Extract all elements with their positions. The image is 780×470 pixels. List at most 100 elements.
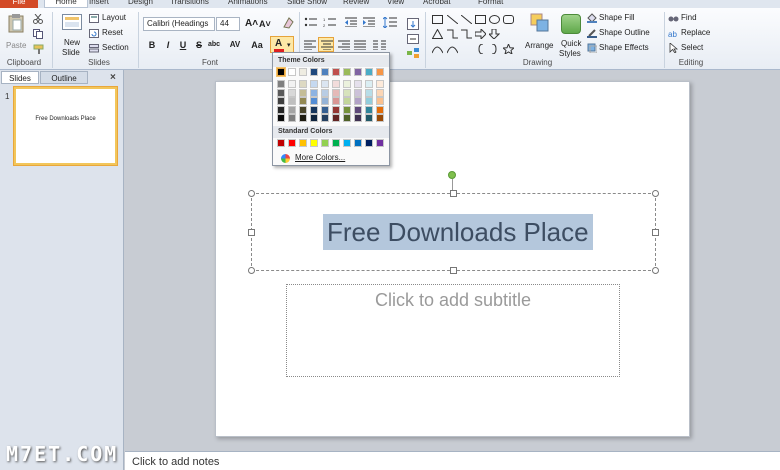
theme-shade-swatch[interactable] — [365, 80, 373, 88]
elbow-arrow-icon[interactable] — [461, 29, 472, 39]
font-name-combo[interactable]: Calibri (Headings — [143, 17, 215, 31]
standard-color-swatch[interactable] — [321, 139, 329, 147]
numbering-icon[interactable]: 12 — [323, 17, 337, 27]
more-colors-item[interactable]: More Colors... — [277, 152, 385, 164]
theme-shade-swatch[interactable] — [354, 114, 362, 122]
tab-design[interactable]: Design — [128, 0, 153, 8]
theme-shade-swatch[interactable] — [310, 88, 318, 97]
tab-outline[interactable]: Outline — [40, 71, 88, 84]
smartart-icon[interactable] — [407, 48, 419, 58]
tab-file[interactable]: File — [0, 0, 38, 8]
theme-shade-swatch[interactable] — [299, 97, 307, 105]
theme-color-swatch[interactable] — [321, 68, 329, 76]
theme-shade-swatch[interactable] — [310, 80, 318, 88]
paste-button[interactable]: Paste — [3, 11, 29, 55]
strikethrough-button[interactable]: S — [192, 38, 206, 52]
align-left-icon[interactable] — [304, 40, 316, 50]
theme-shade-swatch[interactable] — [376, 80, 384, 88]
theme-shade-swatch[interactable] — [321, 88, 329, 97]
theme-shade-swatch[interactable] — [332, 88, 340, 97]
right-brace-shape-icon[interactable] — [489, 44, 500, 54]
chevron-down-icon[interactable]: ▾ — [287, 41, 291, 49]
theme-shade-swatch[interactable] — [365, 114, 373, 122]
theme-shade-swatch[interactable] — [365, 97, 373, 105]
theme-shade-swatch[interactable] — [288, 97, 296, 105]
theme-shade-swatch[interactable] — [343, 105, 351, 114]
triangle-shape-icon[interactable] — [432, 29, 443, 39]
standard-color-swatch[interactable] — [332, 139, 340, 147]
theme-shade-swatch[interactable] — [343, 80, 351, 88]
line-spacing-icon[interactable] — [383, 17, 397, 28]
tab-format[interactable]: Format — [478, 0, 503, 8]
align-center-button[interactable] — [318, 37, 334, 52]
grow-font-icon[interactable]: A˄ — [245, 18, 258, 29]
theme-shade-swatch[interactable] — [354, 97, 362, 105]
cut-icon[interactable] — [33, 14, 43, 24]
standard-color-swatch[interactable] — [343, 139, 351, 147]
standard-color-swatch[interactable] — [310, 139, 318, 147]
subtitle-placeholder[interactable]: Click to add subtitle — [286, 284, 620, 377]
resize-handle[interactable] — [652, 267, 659, 274]
rectangle-shape-icon[interactable] — [475, 15, 486, 24]
resize-handle[interactable] — [248, 267, 255, 274]
theme-shade-swatch[interactable] — [299, 105, 307, 114]
theme-color-swatch[interactable] — [332, 68, 340, 76]
theme-shade-swatch[interactable] — [332, 80, 340, 88]
right-arrow-shape-icon[interactable] — [475, 29, 486, 39]
theme-color-swatch[interactable] — [299, 68, 307, 76]
change-case-button[interactable]: Aa — [249, 38, 265, 52]
theme-shade-swatch[interactable] — [321, 97, 329, 105]
line-shape-icon[interactable] — [447, 15, 458, 24]
rounded-rectangle-shape-icon[interactable] — [503, 15, 514, 24]
layout-button[interactable]: Layout — [89, 13, 133, 25]
increase-indent-icon[interactable] — [363, 17, 375, 27]
bold-button[interactable]: B — [145, 38, 159, 52]
reset-button[interactable]: Reset — [89, 28, 133, 40]
slide-title-text[interactable]: Free Downloads Place — [323, 214, 593, 250]
font-color-button[interactable]: A ▾ — [270, 36, 294, 53]
quick-styles-button[interactable]: Quick Styles — [557, 11, 585, 58]
tab-home[interactable]: Home — [44, 0, 88, 8]
theme-shade-swatch[interactable] — [321, 105, 329, 114]
underline-button[interactable]: U — [176, 38, 190, 52]
arrange-button[interactable]: Arrange — [524, 11, 556, 57]
tab-slide-show[interactable]: Slide Show — [287, 0, 327, 8]
standard-color-swatch[interactable] — [376, 139, 384, 147]
standard-color-swatch[interactable] — [299, 139, 307, 147]
standard-color-swatch[interactable] — [365, 139, 373, 147]
decrease-indent-icon[interactable] — [345, 17, 357, 27]
resize-handle[interactable] — [652, 190, 659, 197]
theme-shade-swatch[interactable] — [310, 105, 318, 114]
theme-shade-swatch[interactable] — [299, 80, 307, 88]
font-size-combo[interactable]: 44 — [216, 17, 240, 31]
theme-shade-swatch[interactable] — [288, 88, 296, 97]
theme-shade-swatch[interactable] — [376, 97, 384, 105]
character-spacing-button[interactable]: AV — [226, 38, 244, 52]
theme-shade-swatch[interactable] — [343, 97, 351, 105]
theme-color-swatch[interactable] — [310, 68, 318, 76]
theme-shade-swatch[interactable] — [277, 88, 285, 97]
theme-shade-swatch[interactable] — [277, 114, 285, 122]
find-button[interactable]: Find — [668, 12, 708, 24]
elbow-connector-icon[interactable] — [447, 29, 458, 39]
theme-shade-swatch[interactable] — [277, 105, 285, 114]
shrink-font-icon[interactable]: A˅ — [259, 19, 271, 29]
align-text-icon[interactable] — [407, 34, 419, 44]
theme-color-swatch[interactable] — [288, 68, 296, 76]
tab-acrobat[interactable]: Acrobat — [423, 0, 451, 8]
select-button[interactable]: Select — [668, 42, 718, 54]
close-icon[interactable]: × — [110, 72, 116, 83]
tab-slides[interactable]: Slides — [1, 71, 39, 84]
theme-shade-swatch[interactable] — [299, 88, 307, 97]
shape-outline-button[interactable]: Shape Outline — [587, 27, 659, 39]
resize-handle[interactable] — [248, 190, 255, 197]
left-brace-shape-icon[interactable] — [475, 44, 486, 54]
theme-shade-swatch[interactable] — [288, 105, 296, 114]
curve-shape-icon[interactable] — [432, 44, 443, 54]
slide-thumbnail[interactable]: Free Downloads Place — [14, 87, 117, 165]
tab-review[interactable]: Review — [343, 0, 369, 8]
theme-shade-swatch[interactable] — [343, 88, 351, 97]
theme-color-swatch[interactable] — [376, 68, 384, 76]
shape-fill-button[interactable]: Shape Fill — [587, 12, 659, 24]
tab-transitions[interactable]: Transitions — [170, 0, 209, 8]
